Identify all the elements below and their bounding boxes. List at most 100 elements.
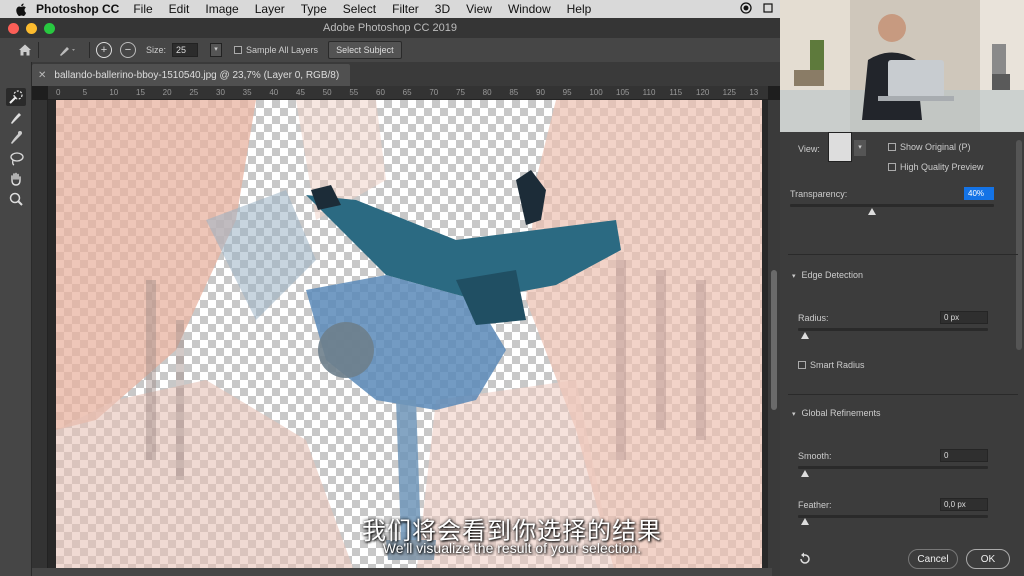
record-icon[interactable] (740, 2, 752, 14)
checkbox-box[interactable] (234, 46, 243, 54)
ruler-tick-label: 115 (669, 88, 683, 97)
select-subject-button[interactable]: Select Subject (328, 41, 402, 59)
menu-window[interactable]: Window (508, 2, 551, 16)
feather-input[interactable]: 0,0 px (940, 498, 988, 511)
quick-selection-tool[interactable] (6, 88, 26, 106)
menu-layer[interactable]: Layer (255, 2, 285, 16)
size-label: Size: (146, 45, 167, 55)
minimize-window-button[interactable] (26, 23, 37, 34)
menu-bar: Photoshop CC File Edit Image Layer Type … (0, 0, 780, 18)
sample-all-layers-checkbox[interactable]: Sample All Layers (234, 45, 318, 55)
brush-tool[interactable] (6, 128, 26, 146)
zoom-tool[interactable] (6, 190, 26, 208)
cancel-button[interactable]: Cancel (908, 549, 958, 569)
feather-label: Feather: (798, 500, 832, 510)
show-original-label: Show Original (P) (900, 142, 971, 152)
document-tab[interactable]: ✕ ballando-ballerino-bboy-1510540.jpg @ … (32, 64, 350, 86)
panel-scrollbar[interactable] (1016, 140, 1022, 350)
menu-edit[interactable]: Edit (169, 2, 190, 16)
size-dropdown[interactable]: ▾ (210, 43, 223, 57)
ruler-tick-label: 45 (296, 88, 305, 97)
canvas-area[interactable] (48, 100, 768, 576)
edge-detection-title: Edge Detection (801, 270, 864, 280)
scrollbar-thumb[interactable] (771, 270, 777, 410)
ruler-tick-label: 120 (696, 88, 710, 97)
smooth-slider[interactable] (798, 466, 988, 469)
ruler-tick-label: 105 (616, 88, 630, 97)
menu-image[interactable]: Image (205, 2, 238, 16)
smooth-slider-knob[interactable] (801, 470, 809, 477)
high-quality-box[interactable] (888, 163, 896, 171)
transparency-slider[interactable] (790, 204, 994, 207)
apple-icon[interactable] (14, 2, 28, 16)
close-window-button[interactable] (8, 23, 19, 34)
brush-size-input[interactable]: 25 (172, 43, 199, 57)
smooth-input[interactable]: 0 (940, 449, 988, 462)
screen: Photoshop CC File Edit Image Layer Type … (0, 0, 1024, 576)
view-mode-thumbnail[interactable] (828, 132, 852, 162)
menu-filter[interactable]: Filter (392, 2, 419, 16)
menu-select[interactable]: Select (343, 2, 376, 16)
menu-type[interactable]: Type (301, 2, 327, 16)
close-tab-icon[interactable]: ✕ (38, 70, 46, 81)
ruler-tick-label: 35 (242, 88, 252, 97)
transparency-label: Transparency: (790, 189, 848, 199)
smart-radius-box[interactable] (798, 361, 806, 369)
transparency-input[interactable]: 40% (964, 187, 994, 200)
ruler-tick-label: 95 (562, 88, 572, 97)
view-mode-dropdown[interactable]: ▾ (854, 140, 866, 156)
ruler-tick-label: 25 (189, 88, 199, 97)
menu-help[interactable]: Help (567, 2, 592, 16)
ruler-tick-label: 90 (536, 88, 545, 97)
document-tab-bar: ✕ ballando-ballerino-bboy-1510540.jpg @ … (0, 62, 780, 86)
ruler-tick-label: 5 (82, 88, 88, 97)
ruler-tick-label: 85 (509, 88, 519, 97)
window-controls (8, 23, 55, 34)
transparency-slider-knob[interactable] (867, 208, 876, 215)
add-to-selection-icon[interactable]: + (96, 42, 112, 58)
edge-detection-header[interactable]: ▾ Edge Detection (792, 270, 863, 280)
divider (788, 254, 1018, 255)
vertical-ruler (32, 100, 48, 576)
feather-slider[interactable] (798, 515, 988, 518)
radius-input[interactable]: 0 px (940, 311, 988, 324)
subtract-from-selection-icon[interactable]: − (120, 42, 136, 58)
divider (788, 394, 1018, 395)
high-quality-preview-checkbox[interactable]: High Quality Preview (888, 162, 984, 172)
ok-button[interactable]: OK (966, 549, 1010, 569)
global-refinements-header[interactable]: ▾ Global Refinements (792, 408, 881, 418)
status-bar (32, 568, 772, 576)
menu-file[interactable]: File (133, 2, 152, 16)
status-icons (740, 2, 774, 14)
sample-all-layers-label: Sample All Layers (246, 45, 319, 55)
ruler-tick-label: 110 (642, 88, 656, 97)
hand-tool[interactable] (6, 170, 26, 188)
menu-extra-icon[interactable] (762, 2, 774, 14)
show-original-checkbox[interactable]: Show Original (P) (888, 142, 971, 152)
brush-preset-icon[interactable] (57, 42, 79, 58)
window-title: Adobe Photoshop CC 2019 (323, 22, 457, 34)
show-original-box[interactable] (888, 143, 896, 151)
menu-view[interactable]: View (466, 2, 492, 16)
smart-radius-checkbox[interactable]: Smart Radius (798, 360, 865, 370)
radius-slider[interactable] (798, 328, 988, 331)
feather-slider-knob[interactable] (801, 518, 809, 525)
maximize-window-button[interactable] (44, 23, 55, 34)
webcam-overlay (780, 0, 1024, 132)
app-menu[interactable]: Photoshop CC (36, 2, 119, 16)
document-image[interactable] (56, 100, 762, 576)
ruler-tick-label: 60 (376, 88, 385, 97)
ruler-tick-label: 55 (349, 88, 359, 97)
menu-3d[interactable]: 3D (435, 2, 450, 16)
ruler-tick-label: 75 (456, 88, 465, 97)
radius-slider-knob[interactable] (801, 332, 809, 339)
smooth-label: Smooth: (798, 451, 832, 461)
home-icon[interactable] (18, 43, 32, 57)
canvas-vertical-scrollbar[interactable] (768, 100, 780, 576)
refine-edge-brush-tool[interactable] (6, 108, 26, 126)
ruler-tick-label: 70 (429, 88, 439, 97)
lasso-tool[interactable] (6, 150, 26, 168)
reset-icon[interactable] (798, 552, 812, 566)
ruler-tick-label: 30 (216, 88, 225, 97)
options-bar: + − Size: 25 ▾ Sample All Layers Select … (0, 38, 780, 62)
